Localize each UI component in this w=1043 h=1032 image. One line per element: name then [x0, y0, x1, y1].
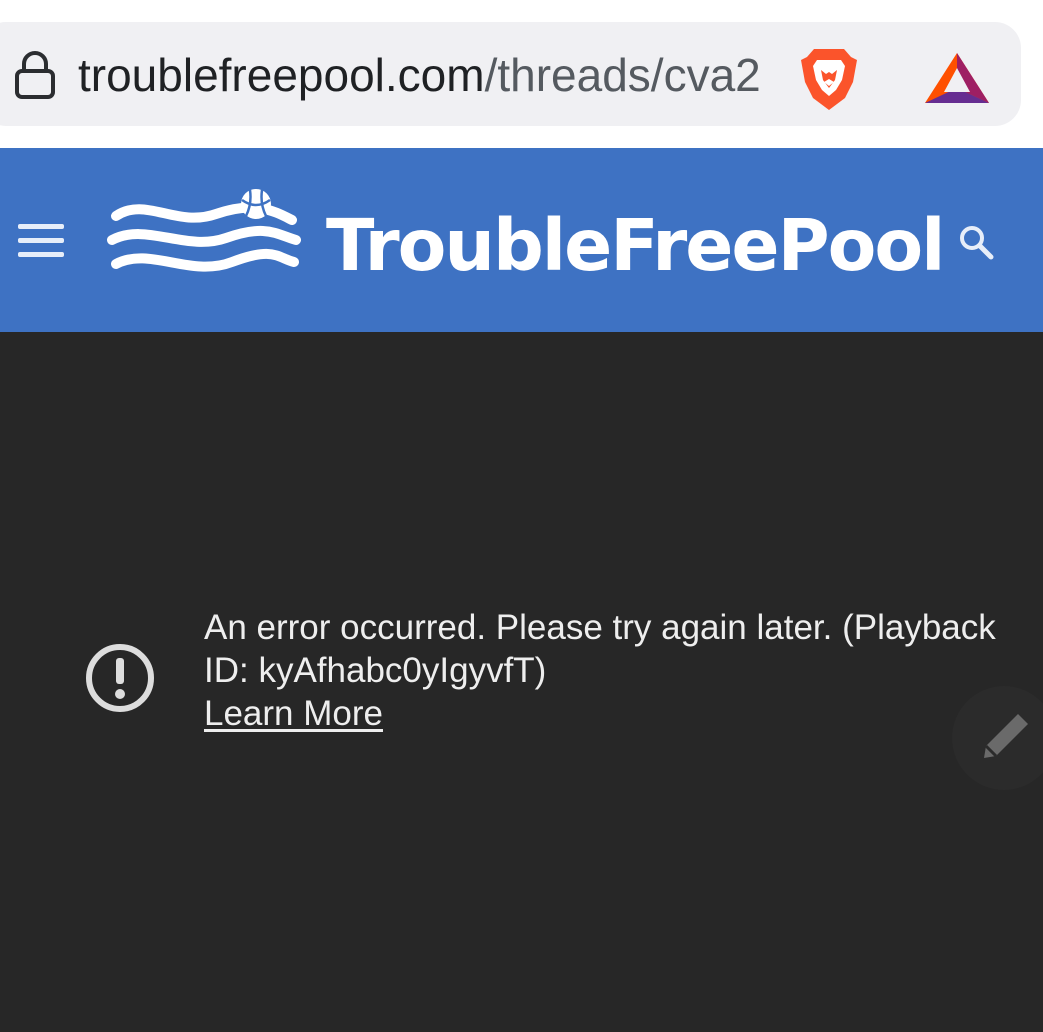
alert-circle-icon [86, 644, 154, 712]
error-message: An error occurred. Please try again late… [204, 608, 996, 690]
site-title[interactable]: TroubleFreePool [326, 196, 945, 296]
video-player[interactable]: An error occurred. Please try again late… [0, 332, 1043, 1032]
error-block: An error occurred. Please try again late… [204, 606, 1034, 735]
bat-triangle-icon[interactable] [924, 52, 990, 104]
pencil-icon [984, 714, 1028, 758]
url-path: /threads/cva2 [484, 49, 761, 101]
learn-more-link[interactable]: Learn More [204, 692, 383, 735]
hamburger-menu-icon[interactable] [18, 224, 64, 258]
lock-icon[interactable] [14, 50, 56, 100]
brave-lion-icon[interactable] [800, 46, 858, 112]
url-domain: troublefreepool.com [78, 49, 485, 101]
browser-toolbar: troublefreepool.com/threads/cva2 [0, 0, 1043, 148]
site-header: TroubleFreePool [0, 148, 1043, 332]
url-text[interactable]: troublefreepool.com/threads/cva2 [78, 44, 772, 106]
search-icon[interactable] [958, 224, 994, 260]
page: troublefreepool.com/threads/cva2 Trouble… [0, 0, 1043, 1032]
waves-logo-icon[interactable] [106, 188, 302, 288]
edit-button[interactable] [952, 686, 1043, 790]
